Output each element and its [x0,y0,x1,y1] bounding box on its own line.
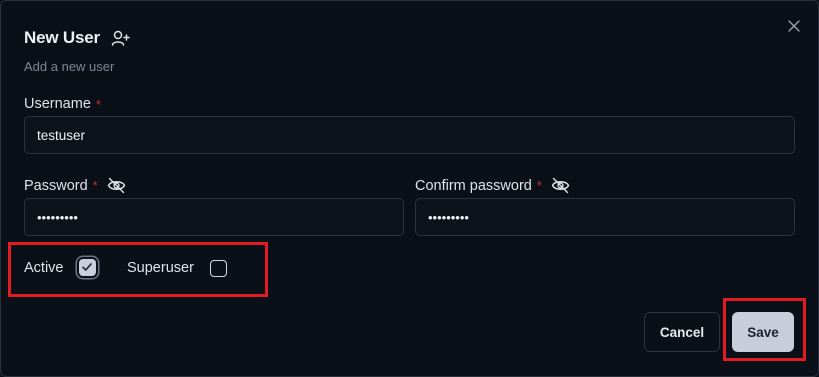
password-label: Password * [24,177,126,194]
username-label: Username * [24,96,101,112]
confirm-password-value: ••••••••• [428,209,469,225]
password-input[interactable]: ••••••••• [24,198,404,236]
dialog-title: New User [24,28,100,47]
confirm-password-label-text: Confirm password [415,177,532,194]
username-value: testuser [37,127,86,143]
highlight-box [723,298,806,361]
required-mark: * [95,96,101,112]
eye-off-icon[interactable] [107,177,126,194]
password-value: ••••••••• [37,209,78,225]
required-mark: * [536,178,542,193]
username-input[interactable]: testuser [24,116,795,154]
new-user-dialog: New User Add a new user Username * testu… [0,0,819,377]
dialog-subtitle: Add a new user [24,59,115,74]
required-mark: * [92,178,98,193]
confirm-password-input[interactable]: ••••••••• [415,198,795,236]
user-plus-icon [111,29,131,47]
eye-off-icon[interactable] [551,177,570,194]
dialog-header: New User [24,28,131,48]
confirm-password-label: Confirm password * [415,177,570,194]
password-label-text: Password [24,177,88,194]
username-label-text: Username [24,96,91,112]
highlight-box [8,242,268,297]
cancel-button[interactable]: Cancel [644,312,720,352]
close-icon[interactable] [787,19,801,33]
